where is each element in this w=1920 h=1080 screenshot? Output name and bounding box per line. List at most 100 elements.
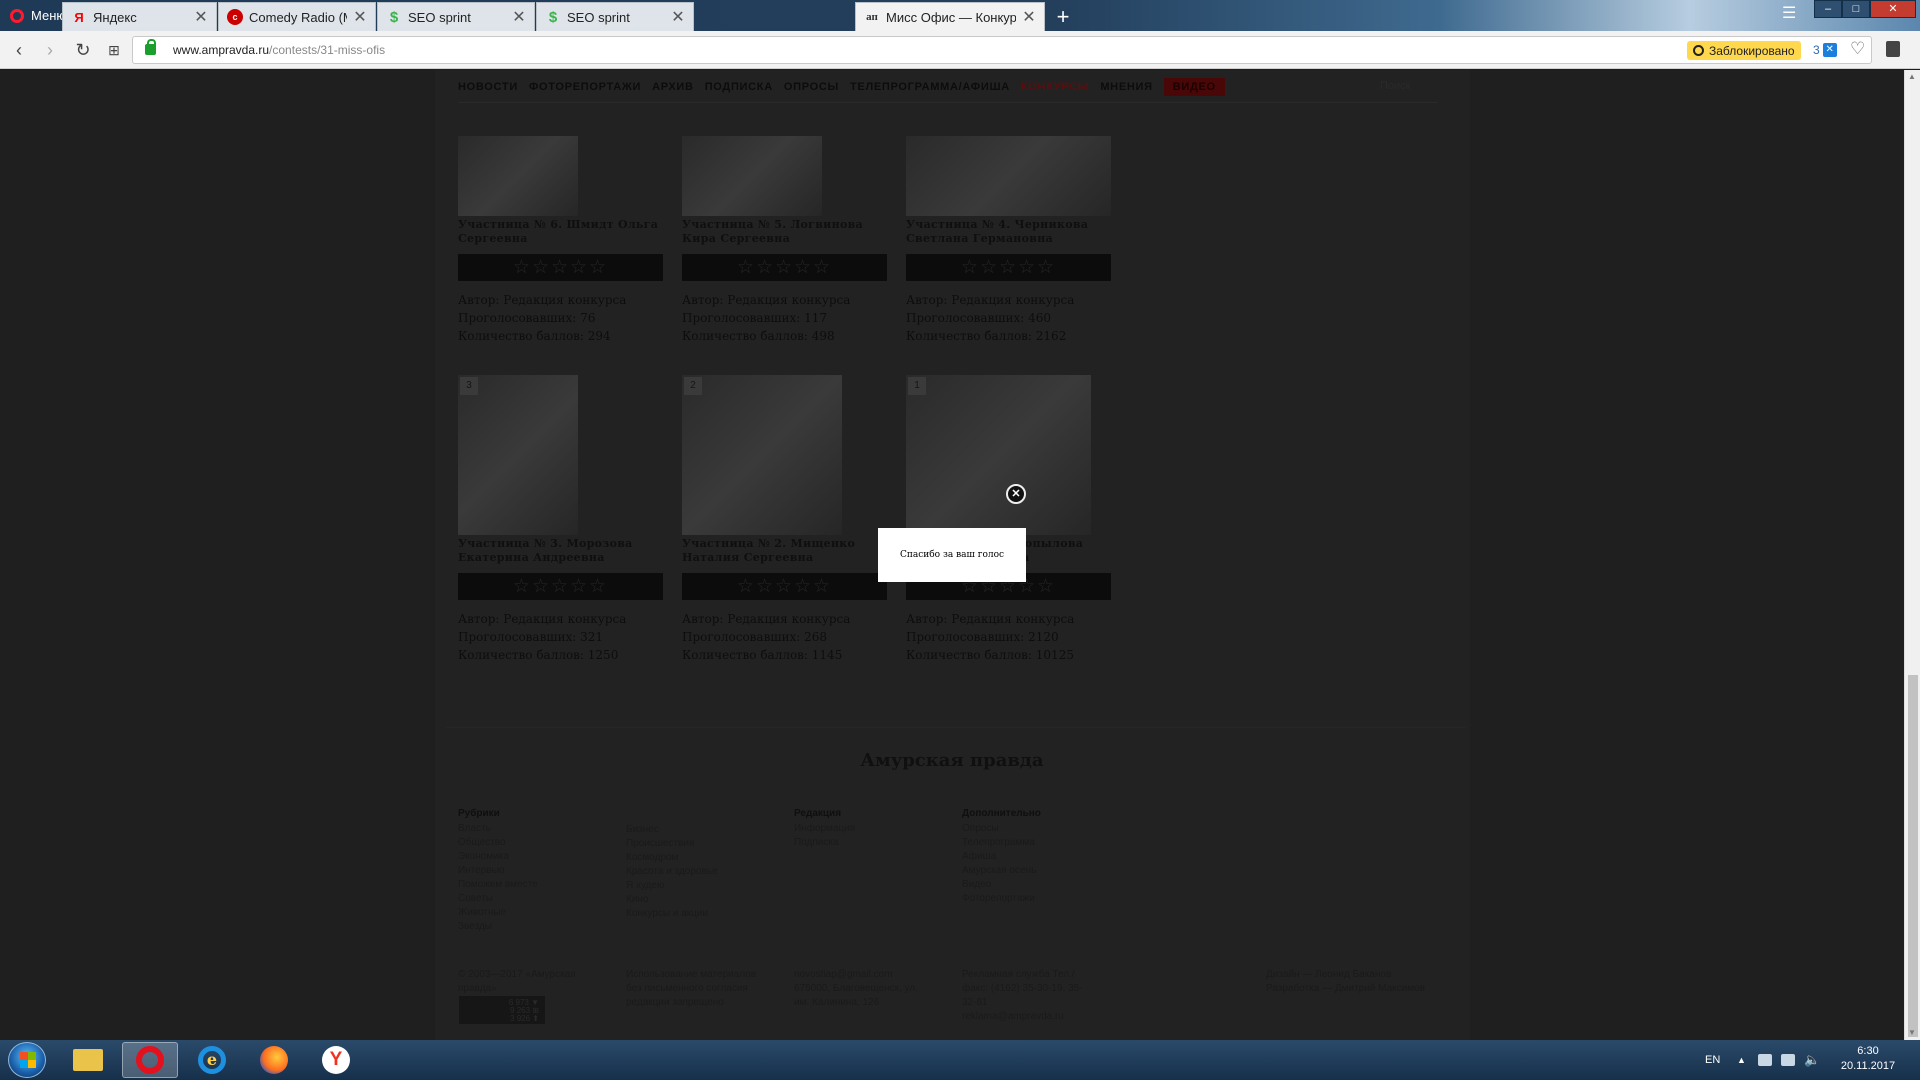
system-clock[interactable]: 6:30 20.11.2017: [1820, 1044, 1916, 1074]
back-arrow-icon[interactable]: ‹: [9, 40, 29, 60]
action-center-flag-icon[interactable]: [1758, 1040, 1772, 1080]
scroll-down-arrow-icon[interactable]: ▼: [1908, 1028, 1916, 1037]
footer-link[interactable]: Общество: [458, 836, 538, 850]
contestant-photo[interactable]: [906, 136, 1111, 216]
tab-menu-icon[interactable]: ☰: [1782, 3, 1796, 23]
tab-close-icon[interactable]: ✕: [671, 7, 685, 27]
footer-link[interactable]: Афиша: [962, 850, 1041, 864]
modal-close-icon[interactable]: ✕: [1006, 484, 1026, 504]
nav-item-4[interactable]: ОПРОСЫ: [784, 81, 839, 93]
footer-link[interactable]: Видео: [962, 878, 1041, 892]
taskbar-yandex-browser[interactable]: Y: [308, 1042, 364, 1078]
footer-link[interactable]: Кино: [626, 893, 718, 907]
taskbar-internet-explorer[interactable]: e: [184, 1042, 240, 1078]
contestant-card: Участница № 5. Логвинова Кира Сергеевна ☆…: [682, 136, 887, 345]
tab-title: Comedy Radio (Москва 1(: [249, 9, 347, 25]
footer-link[interactable]: Поможем вместе: [458, 878, 538, 892]
score-text: Количество баллов: 498: [682, 329, 835, 343]
tab-close-icon[interactable]: ✕: [512, 7, 526, 27]
extension-counter[interactable]: 3 ✕: [1813, 43, 1837, 57]
footer-link[interactable]: Амурская осень: [962, 864, 1041, 878]
scrollbar-thumb[interactable]: [1908, 675, 1918, 1037]
volume-icon[interactable]: 🔈: [1804, 1040, 1820, 1080]
footer-link[interactable]: Телепрограмма: [962, 836, 1041, 850]
nav-item-8[interactable]: ВИДЕО: [1163, 78, 1225, 96]
tab-comedy-radio[interactable]: ᴄ Comedy Radio (Москва 1( ✕: [218, 2, 376, 31]
nav-item-1[interactable]: ФОТОРЕПОРТАЖИ: [529, 81, 641, 93]
tab-close-icon[interactable]: ✕: [353, 7, 367, 27]
contestant-photo[interactable]: [682, 136, 822, 216]
comedy-radio-favicon-icon: ᴄ: [227, 9, 243, 25]
footer-link[interactable]: Власть: [458, 822, 538, 836]
tab-close-icon[interactable]: ✕: [1022, 7, 1036, 27]
reload-icon[interactable]: ↻: [73, 40, 93, 60]
page-scrollbar[interactable]: ▲ ▼: [1904, 70, 1920, 1040]
minimize-button[interactable]: –: [1814, 0, 1842, 18]
forward-arrow-icon[interactable]: ›: [40, 40, 60, 60]
contestant-photo[interactable]: 3: [458, 375, 578, 535]
footer-logo[interactable]: Амурская правда: [0, 750, 1904, 771]
nav-item-5[interactable]: ТЕЛЕПРОГРАММА/АФИША: [850, 81, 1010, 93]
contestant-photo[interactable]: 2: [682, 375, 842, 535]
footer-link[interactable]: Звезды: [458, 920, 538, 934]
nav-item-3[interactable]: ПОДПИСКА: [705, 81, 773, 93]
footer-link[interactable]: Информация: [794, 822, 855, 836]
tab-close-icon[interactable]: ✕: [194, 7, 208, 27]
network-icon[interactable]: [1781, 1040, 1795, 1080]
show-hidden-icons-arrow-icon[interactable]: ▲: [1737, 1040, 1746, 1080]
footer-link[interactable]: Фоторепортажи: [962, 892, 1041, 906]
star-rating[interactable]: ☆☆☆☆☆: [682, 254, 887, 281]
author-text: Автор: Редакция конкурса: [682, 612, 851, 626]
extension-icon[interactable]: [1886, 41, 1900, 57]
contestant-name[interactable]: Участница № 2. Мищенко Наталия Сергеевна: [682, 537, 887, 567]
nav-item-2[interactable]: АРХИВ: [652, 81, 694, 93]
author-text: Автор: Редакция конкурса: [906, 293, 1075, 307]
footer-link[interactable]: Я худею: [626, 879, 718, 893]
footer-link[interactable]: Животные: [458, 906, 538, 920]
contestant-photo[interactable]: [458, 136, 578, 216]
maximize-button[interactable]: □: [1842, 0, 1870, 18]
contestant-name[interactable]: Участница № 4. Черникова Светлана Герман…: [906, 218, 1111, 248]
taskbar-firefox[interactable]: [246, 1042, 302, 1078]
contestant-name[interactable]: Участница № 3. Морозова Екатерина Андрее…: [458, 537, 663, 567]
star-rating[interactable]: ☆☆☆☆☆: [458, 573, 663, 600]
star-rating[interactable]: ☆☆☆☆☆: [682, 573, 887, 600]
scroll-up-arrow-icon[interactable]: ▲: [1908, 72, 1916, 81]
taskbar-explorer[interactable]: [60, 1042, 116, 1078]
footer-link[interactable]: Космодром: [626, 851, 718, 865]
speed-dial-grid-icon[interactable]: ⊞: [104, 40, 124, 60]
footer-link[interactable]: Опросы: [962, 822, 1041, 836]
site-search-input[interactable]: Поиск: [1380, 80, 1410, 92]
tab-seo-sprint-1[interactable]: $ SEO sprint ✕: [377, 2, 535, 31]
footer-link[interactable]: Происшествия: [626, 837, 718, 851]
new-tab-plus-icon[interactable]: +: [1052, 4, 1074, 30]
footer-link[interactable]: Конкурсы и акции: [626, 907, 718, 921]
ad-blocked-badge[interactable]: Заблокировано: [1687, 41, 1801, 60]
bookmark-heart-icon[interactable]: ♡: [1850, 39, 1865, 59]
taskbar-opera[interactable]: [122, 1042, 178, 1078]
footer-divider: [446, 727, 1466, 728]
window-close-button[interactable]: ✕: [1870, 0, 1916, 18]
contestant-name[interactable]: Участница № 5. Логвинова Кира Сергеевна: [682, 218, 887, 248]
footer-link[interactable]: Интервью: [458, 864, 538, 878]
nav-item-6[interactable]: КОНКУРСЫ: [1021, 81, 1089, 93]
footer-link[interactable]: Подписка: [794, 836, 855, 850]
nav-item-7[interactable]: МНЕНИЯ: [1100, 81, 1152, 93]
contestant-name[interactable]: Участница № 6. Шмидт Ольга Сергеевна: [458, 218, 663, 248]
nav-item-0[interactable]: НОВОСТИ: [458, 81, 518, 93]
tab-title: Мисс Офис — Конкурсы: [886, 9, 1016, 25]
footer-link[interactable]: Советы: [458, 892, 538, 906]
footer-link[interactable]: Экономика: [458, 850, 538, 864]
star-rating[interactable]: ☆☆☆☆☆: [906, 254, 1111, 281]
contestant-photo[interactable]: 1: [906, 375, 1091, 535]
footer-link[interactable]: Бизнес: [626, 823, 718, 837]
tab-miss-office[interactable]: ап Мисс Офис — Конкурсы ✕: [855, 2, 1045, 31]
footer-link[interactable]: Красота и здоровье: [626, 865, 718, 879]
tab-yandex[interactable]: Я Яндекс ✕: [62, 2, 217, 31]
url-field[interactable]: www.ampravda.ru/contests/31-miss-ofis За…: [132, 36, 1872, 64]
start-button[interactable]: [8, 1042, 46, 1078]
footer-info-text: Дизайн — Леонид Баканов Разработка — Дми…: [1266, 969, 1426, 994]
tab-seo-sprint-2[interactable]: $ SEO sprint ✕: [536, 2, 694, 31]
language-indicator[interactable]: EN: [1705, 1040, 1720, 1080]
star-rating[interactable]: ☆☆☆☆☆: [458, 254, 663, 281]
